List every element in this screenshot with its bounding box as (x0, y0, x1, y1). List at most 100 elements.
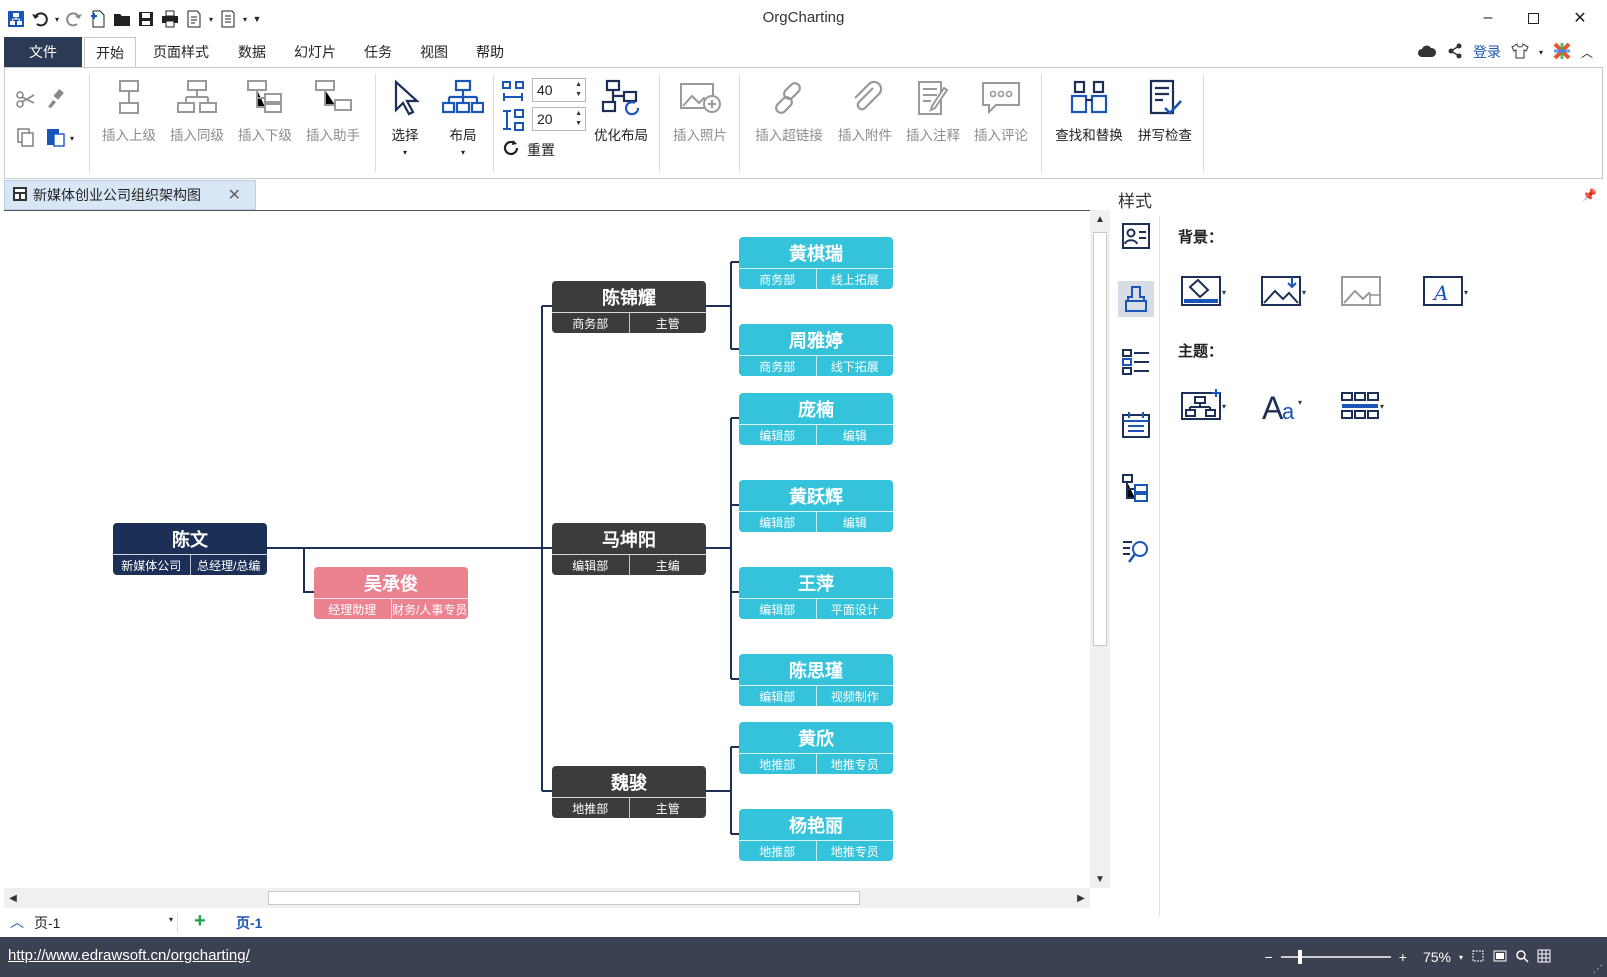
website-link[interactable]: http://www.edrawsoft.cn/orgcharting/ (8, 947, 250, 964)
insert-child-button[interactable]: 插入下级 (233, 74, 297, 144)
zoom-out-icon[interactable]: − (1265, 949, 1273, 965)
tab-slides[interactable]: 幻灯片 (286, 37, 344, 67)
fit-width-icon[interactable] (1493, 949, 1507, 966)
login-link[interactable]: 登录 (1473, 42, 1501, 62)
org-node-manager[interactable]: 陈锦耀 商务部 主管 (552, 281, 706, 333)
vertical-spacing-input[interactable]: 20 ▲ ▼ (532, 107, 586, 131)
tab-home[interactable]: 开始 (84, 37, 136, 67)
page-setup-dropdown-icon[interactable]: ▾ (240, 7, 250, 31)
org-node-staff[interactable]: 杨艳丽 地推部 地推专员 (739, 809, 893, 861)
close-tab-icon[interactable]: ✕ (228, 185, 241, 205)
horizontal-scrollbar[interactable]: ◀ ▶ (4, 888, 1090, 908)
insert-photo-button[interactable]: 插入照片 (667, 74, 733, 144)
tab-page-style[interactable]: 页面样式 (144, 37, 218, 67)
org-node-manager[interactable]: 马坤阳 编辑部 主编 (552, 523, 706, 575)
vertical-scrollbar[interactable]: ▲ ▼ (1090, 210, 1110, 888)
insert-note-button[interactable]: 插入注释 (901, 74, 965, 144)
watermark-button[interactable]: A ▾ (1416, 272, 1472, 312)
calendar-icon[interactable] (1118, 407, 1154, 443)
org-node-assistant[interactable]: 吴承俊 经理助理 财务/人事专员 (314, 567, 468, 619)
add-page-icon[interactable]: + (194, 910, 206, 933)
spin-arrows-icon[interactable]: ▲ ▼ (575, 80, 582, 100)
tab-tasks[interactable]: 任务 (356, 37, 400, 67)
optimize-layout-button[interactable]: 优化布局 (589, 74, 653, 144)
chart-canvas[interactable]: 陈文 新媒体公司 总经理/总编 吴承俊 经理助理 财务/人事专员 陈锦耀 商务部 主管 马坤阳 编辑… (4, 210, 1090, 888)
resize-grip-icon[interactable]: ⋰ (1593, 964, 1603, 975)
close-window-icon[interactable]: ✕ (1563, 6, 1597, 30)
org-node-staff[interactable]: 黄欣 地推部 地推专员 (739, 722, 893, 774)
background-image-button[interactable]: ▾ (1254, 272, 1310, 312)
layout-button[interactable]: 布局 ▾ (437, 74, 489, 157)
zoom-slider-thumb[interactable] (1297, 950, 1302, 964)
insert-attachment-button[interactable]: 插入附件 (833, 74, 897, 144)
scroll-up-icon[interactable]: ▲ (1091, 210, 1109, 228)
shape-data-icon[interactable] (1118, 218, 1154, 254)
paste-icon[interactable] (45, 126, 67, 151)
vertical-scroll-thumb[interactable] (1093, 232, 1107, 646)
zoom-slider[interactable] (1280, 950, 1391, 964)
file-menu[interactable]: 文件 (4, 37, 82, 67)
search-list-icon[interactable] (1118, 533, 1154, 569)
share-icon[interactable] (1447, 43, 1463, 62)
org-node-staff[interactable]: 庞楠 编辑部 编辑 (739, 393, 893, 445)
background-color-button[interactable]: ▾ (1174, 272, 1230, 312)
format-painter-icon[interactable] (45, 88, 67, 113)
zoom-search-icon[interactable] (1515, 949, 1529, 966)
insert-parent-button[interactable]: 插入上级 (97, 74, 161, 144)
scroll-left-icon[interactable]: ◀ (4, 889, 22, 907)
new-document-icon[interactable] (86, 7, 110, 31)
tab-help[interactable]: 帮助 (468, 37, 512, 67)
find-replace-button[interactable]: 查找和替换 (1051, 74, 1127, 144)
customize-toolbar-icon[interactable]: ▼ (250, 7, 264, 31)
theme-color-button[interactable]: ▾ (1334, 386, 1390, 426)
redo-icon[interactable] (62, 7, 86, 31)
tab-view[interactable]: 视图 (412, 37, 456, 67)
collapse-ribbon-icon[interactable]: ︿ (1581, 44, 1593, 61)
horizontal-scroll-thumb[interactable] (268, 891, 860, 905)
org-node-root[interactable]: 陈文 新媒体公司 总经理/总编 (113, 523, 267, 575)
org-node-manager[interactable]: 魏骏 地推部 主管 (552, 766, 706, 818)
org-node-staff[interactable]: 周雅婷 商务部 线下拓展 (739, 324, 893, 376)
insert-assistant-button[interactable]: 插入助手 (301, 74, 365, 144)
undo-dropdown-icon[interactable]: ▾ (52, 7, 62, 31)
fit-page-icon[interactable] (1471, 949, 1485, 966)
org-node-staff[interactable]: 陈思瑾 编辑部 视频制作 (739, 654, 893, 706)
copy-icon[interactable] (15, 126, 37, 151)
paste-dropdown-icon[interactable]: ▾ (70, 134, 74, 143)
tab-data[interactable]: 数据 (230, 37, 274, 67)
org-node-staff[interactable]: 王萍 编辑部 平面设计 (739, 567, 893, 619)
maximize-icon[interactable] (1516, 6, 1550, 30)
org-node-staff[interactable]: 黄跃辉 编辑部 编辑 (739, 480, 893, 532)
scroll-right-icon[interactable]: ▶ (1072, 889, 1090, 907)
spin-arrows-icon[interactable]: ▲ ▼ (575, 109, 582, 129)
minimize-icon[interactable]: – (1471, 6, 1505, 30)
spell-check-button[interactable]: 拼写检查 (1133, 74, 1197, 144)
scroll-down-icon[interactable]: ▼ (1091, 870, 1109, 888)
horizontal-spacing-input[interactable]: 40 ▲ ▼ (532, 78, 586, 102)
export-dropdown-icon[interactable]: ▾ (206, 7, 216, 31)
open-folder-icon[interactable] (110, 7, 134, 31)
reset-button[interactable]: 重置 (501, 138, 555, 161)
select-button[interactable]: 选择 ▾ (381, 74, 429, 157)
insert-hyperlink-button[interactable]: 插入超链接 (749, 74, 829, 144)
expand-pages-icon[interactable]: ︿ (10, 912, 24, 932)
zoom-dropdown-icon[interactable]: ▾ (1459, 953, 1463, 962)
save-icon[interactable] (134, 7, 158, 31)
export-icon[interactable] (182, 7, 206, 31)
insert-comment-button[interactable]: 插入评论 (969, 74, 1033, 144)
skin-icon[interactable] (1511, 42, 1529, 62)
theme-font-button[interactable]: Aa ▾ (1254, 386, 1310, 426)
pin-panel-icon[interactable]: 📌 (1582, 188, 1597, 202)
undo-icon[interactable] (28, 7, 52, 31)
page-selector[interactable]: 页-1 ▾ (34, 913, 178, 933)
grid-view-icon[interactable] (1537, 949, 1551, 966)
skin-dropdown-icon[interactable]: ▾ (1539, 48, 1543, 57)
remove-background-button[interactable] (1334, 272, 1390, 312)
page-setup-icon[interactable] (216, 7, 240, 31)
cut-icon[interactable] (15, 88, 37, 113)
app-logo-icon[interactable] (4, 7, 28, 31)
theme-layout-button[interactable]: ▾ (1174, 386, 1230, 426)
apps-icon[interactable] (1553, 42, 1571, 63)
page-tab[interactable]: 页-1 (236, 913, 262, 933)
style-brush-icon[interactable] (1118, 281, 1154, 317)
